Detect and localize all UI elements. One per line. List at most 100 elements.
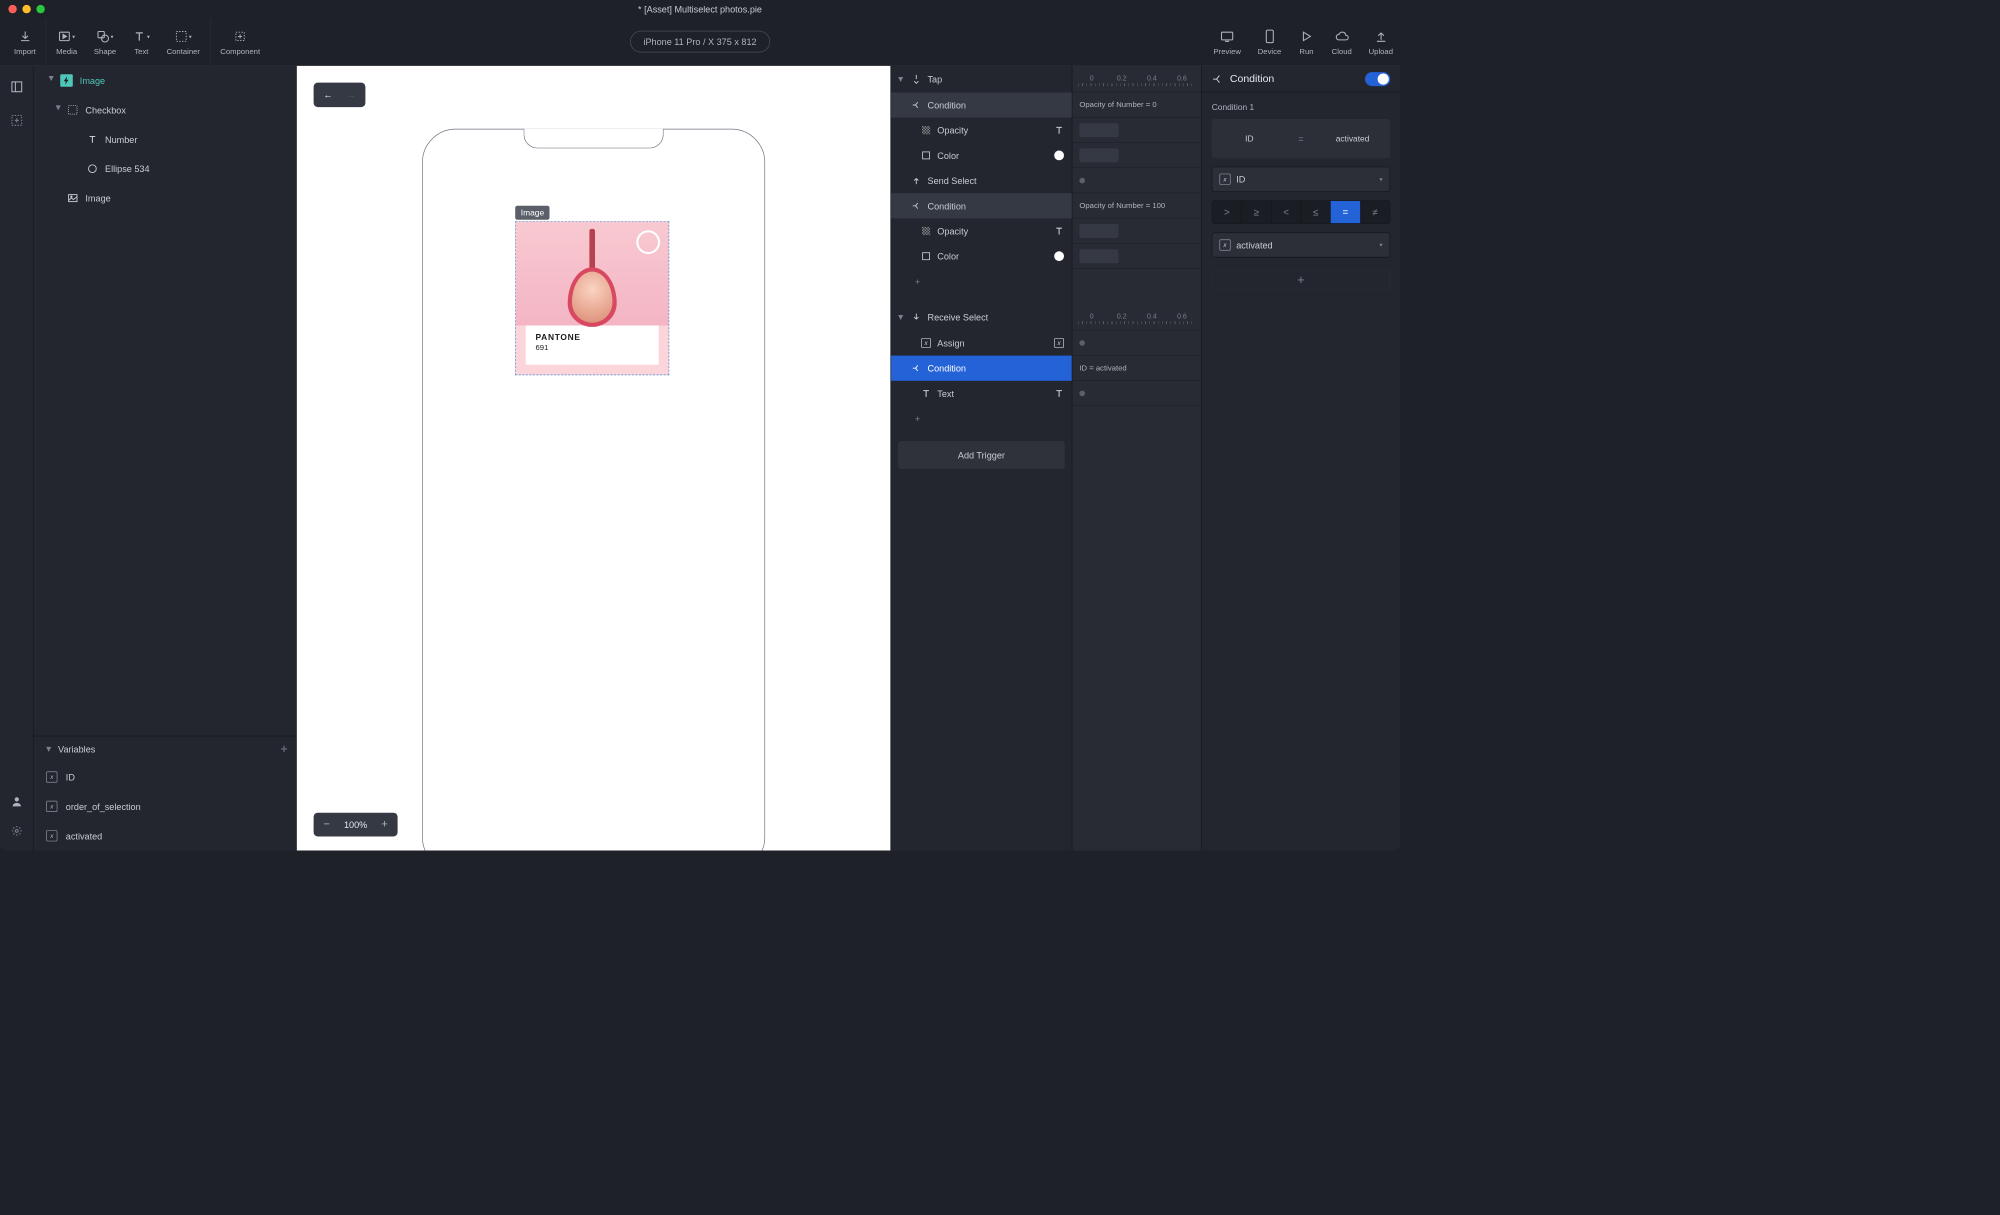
timeline-dot-row[interactable] [1072,381,1201,406]
container-icon [67,104,78,115]
variable-icon: x [46,801,57,812]
variable-id[interactable]: x ID [34,762,297,791]
layer-root[interactable]: ▶ Image [34,66,297,95]
toolbar: Import ▾ Media ▾ Shape ▾ Text ▾ Containe… [0,18,1400,66]
window-close-button[interactable] [8,5,16,13]
zoom-out-button[interactable]: − [316,816,337,834]
upload-button[interactable]: Upload [1369,28,1393,56]
timeline-ruler-1: 00.20.40.6 [1072,66,1201,93]
trigger-add-row-2[interactable]: + [891,406,1072,431]
condition-equation: ID = activated [1212,119,1391,158]
op-lt[interactable]: < [1272,201,1302,223]
rail-settings-icon[interactable] [8,823,25,840]
op-neq[interactable]: ≠ [1361,201,1390,223]
import-button[interactable]: Import [14,28,36,56]
timeline-swatch-row[interactable] [1072,244,1201,269]
trigger-condition-row[interactable]: Condition [891,92,1072,117]
preview-button[interactable]: Preview [1214,28,1241,56]
add-trigger-button[interactable]: Add Trigger [898,441,1065,469]
timeline-dot-row[interactable] [1072,330,1201,355]
trigger-condition-row-2[interactable]: Condition [891,193,1072,218]
timeline-label: ID = activated [1072,356,1201,381]
triggers-panel: ▶ Tap Condition Opacity Color [890,66,1201,851]
trigger-receive-header[interactable]: ▶ Receive Select [891,304,1072,331]
variable-order[interactable]: x order_of_selection [34,792,297,821]
operand-select-activated[interactable]: x activated ▾ [1212,232,1391,257]
card-title: PANTONE [536,333,649,343]
equation-left[interactable]: ID [1212,119,1287,158]
layer-number[interactable]: ▶ Number [34,125,297,154]
card-subtitle: 691 [536,344,649,352]
timeline-swatch-row[interactable] [1072,218,1201,243]
timeline-swatch-row[interactable] [1072,143,1201,168]
timeline-swatch-row[interactable] [1072,118,1201,143]
opacity-icon [921,225,932,236]
trigger-color-row-2[interactable]: Color [891,244,1072,269]
variable-icon: x [1219,174,1230,185]
zoom-in-button[interactable]: + [374,816,395,834]
rail-add-icon[interactable] [8,112,25,129]
timeline-dot-row[interactable] [1072,168,1201,193]
nav-back-button[interactable]: ← [316,85,339,104]
window-zoom-button[interactable] [36,5,44,13]
window-minimize-button[interactable] [22,5,30,13]
rail-user-icon[interactable] [8,793,25,810]
condition-icon [911,363,922,374]
trigger-color-row[interactable]: Color [891,143,1072,168]
add-condition-button[interactable]: + [1212,270,1391,290]
layer-checkbox[interactable]: ▶ Checkbox [34,95,297,124]
text-type-icon [1054,125,1065,136]
canvas-ellipse[interactable] [636,230,660,254]
variable-activated[interactable]: x activated [34,821,297,850]
layers-panel: ▶ Image ▶ Checkbox ▶ Number ▶ El [34,66,297,851]
trigger-text-row[interactable]: Text [891,381,1072,406]
variable-icon: x [46,830,57,841]
rail-panels-icon[interactable] [8,78,25,95]
op-gte[interactable]: ≥ [1242,201,1272,223]
operand-select-id[interactable]: x ID ▾ [1212,167,1391,192]
variable-type-icon: x [1054,337,1065,348]
run-button[interactable]: Run [1298,28,1315,56]
op-eq[interactable]: = [1331,201,1361,223]
trigger-condition-active[interactable]: Condition [891,356,1072,381]
shape-button[interactable]: ▾ Shape [94,28,116,56]
nav-forward-button[interactable]: → [340,85,363,104]
canvas-image[interactable]: PANTONE 691 [515,221,669,375]
ellipse-icon [87,163,98,174]
color-swatch[interactable] [1054,251,1064,261]
variables-header[interactable]: ▶ Variables + [34,736,297,763]
op-gt[interactable]: > [1212,201,1242,223]
cloud-button[interactable]: Cloud [1332,28,1352,56]
add-variable-button[interactable]: + [280,742,287,757]
color-swatch[interactable] [1054,151,1064,161]
device-button[interactable]: Device [1258,28,1282,56]
trigger-send-row[interactable]: Send Select [891,168,1072,193]
trigger-tap-header[interactable]: ▶ Tap [891,66,1072,93]
condition-panel: Condition Condition 1 ID = activated x I… [1201,66,1400,851]
text-type-icon [1054,388,1065,399]
opacity-icon [921,125,932,136]
condition-toggle[interactable] [1365,72,1390,86]
color-icon [921,150,932,161]
chevron-down-icon: ▾ [1379,241,1382,249]
layer-ellipse[interactable]: ▶ Ellipse 534 [34,154,297,183]
color-icon [921,251,932,262]
canvas[interactable]: ← → Image PANTONE 691 [297,66,891,851]
condition-icon [1212,73,1223,84]
trigger-assign-row[interactable]: x Assign x [891,330,1072,355]
trigger-opacity-row-2[interactable]: Opacity [891,218,1072,243]
timeline-label: Opacity of Number = 100 [1072,193,1201,218]
op-lte[interactable]: ≤ [1301,201,1331,223]
tap-icon [911,74,922,85]
component-button[interactable]: Component [220,28,260,56]
layer-image[interactable]: ▶ Image [34,183,297,212]
device-pill[interactable]: iPhone 11 Pro / X 375 x 812 [630,31,770,53]
lightning-icon [60,74,73,87]
text-button[interactable]: ▾ Text [133,28,150,56]
trigger-add-row[interactable]: + [891,269,1072,294]
media-button[interactable]: ▾ Media [56,28,77,56]
trigger-opacity-row[interactable]: Opacity [891,118,1072,143]
equation-right[interactable]: activated [1315,119,1390,158]
container-button[interactable]: ▾ Container [167,28,200,56]
layer-label: Ellipse 534 [105,163,150,174]
